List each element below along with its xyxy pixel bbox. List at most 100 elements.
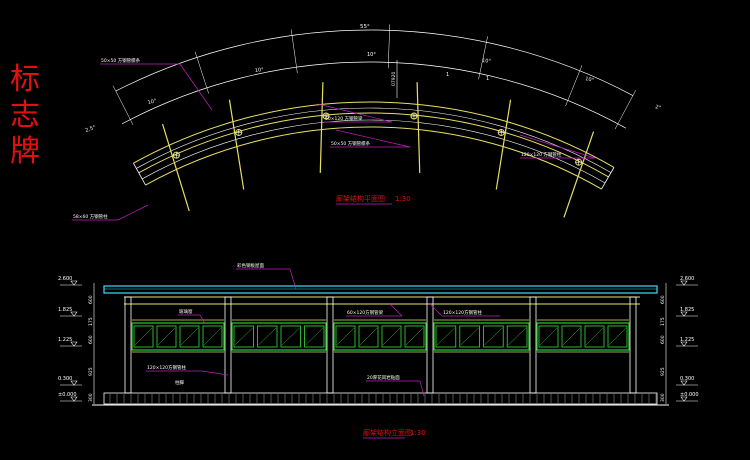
- elev-callout-column: 120×120方钢管柱: [443, 309, 482, 316]
- canopy-beam: [138, 112, 609, 178]
- window-frame: [231, 322, 327, 351]
- dimension-extension: [614, 90, 636, 130]
- rafter: [416, 82, 421, 173]
- window-pane-hatch: [608, 327, 627, 346]
- plan-callout-purlin: 50×50 方钢管檩条: [101, 57, 141, 64]
- level-text: 1.825: [680, 307, 694, 313]
- level-text: ±0.000: [58, 392, 77, 398]
- window-frame: [536, 322, 630, 351]
- plan-total-angle: 55°: [360, 24, 370, 30]
- window-frame: [333, 322, 427, 351]
- plan-callout-purlin-mid: 50×50 方钢管檩条: [331, 140, 371, 147]
- column: [629, 296, 637, 394]
- dimension-extension: [112, 85, 134, 126]
- elev-title: 廊架结构立面图: [363, 428, 412, 437]
- level-text: 1.225: [58, 337, 72, 343]
- elevation-view: 2.600 2.600 1.825 1.825 1.225 1.225 0.300 0.300…: [58, 262, 699, 439]
- window-pane-hatch: [382, 327, 401, 346]
- level-text: 0.300: [680, 376, 694, 382]
- window-pane-hatch: [336, 327, 355, 346]
- window-frame: [433, 322, 530, 351]
- dimension-extension: [565, 65, 583, 107]
- callout-leader: [419, 380, 425, 397]
- elev-callout-base: 20厚花岗岩贴面: [367, 374, 400, 381]
- plan-segment-angle: 10°: [255, 67, 265, 74]
- plan-scale: 1:30: [395, 195, 411, 203]
- plan-callout-beam: 60×120 方钢管梁: [325, 115, 363, 122]
- rafter: [319, 82, 324, 173]
- elev-dim-text-right: 600: [660, 335, 666, 344]
- dimension-extension: [290, 29, 298, 74]
- column: [224, 296, 232, 394]
- window-pane-hatch: [305, 327, 324, 346]
- plan-tick-mark: 1: [486, 76, 489, 82]
- elev-dim-text-right: 175: [660, 317, 666, 326]
- window-pane-hatch: [234, 327, 253, 346]
- window-pane-hatch: [180, 327, 199, 346]
- plan-vertical-dim-text: 07920: [391, 72, 397, 86]
- elev-callout-post2: 柱脚: [175, 379, 184, 386]
- plan-tick-mark: 1: [446, 72, 449, 78]
- window-pane-hatch: [562, 327, 581, 346]
- side-title-char: 志: [10, 98, 40, 133]
- plan-segment-angle: 10°: [147, 98, 157, 106]
- window-pane-hatch: [436, 327, 455, 346]
- elev-callout-post: 120×120方钢管柱: [147, 364, 186, 371]
- window-pane-hatch: [258, 327, 277, 346]
- window-pane-hatch: [508, 327, 527, 346]
- window-pane-hatch: [157, 327, 176, 346]
- column: [124, 296, 132, 394]
- elev-callout-roof: 彩色钢板屋面: [237, 262, 264, 269]
- elev-dim-text-left: 300: [88, 393, 94, 402]
- side-title-char: 标: [10, 62, 40, 97]
- canopy-line: [141, 119, 606, 184]
- plan-segment-angle: 10°: [585, 76, 595, 84]
- window-pane-hatch: [203, 327, 222, 346]
- dimension-arc-segments: [121, 61, 627, 129]
- elev-scale: 1:30: [410, 429, 426, 437]
- column: [426, 296, 434, 394]
- elev-dim-text-left: 175: [88, 317, 94, 326]
- plan-segment-angle: 10°: [367, 52, 376, 58]
- window-pane-hatch: [405, 327, 424, 346]
- level-text: 2.600: [58, 276, 72, 282]
- window-pane-hatch: [134, 327, 153, 346]
- callout-leader: [201, 370, 229, 376]
- column: [529, 296, 537, 394]
- elev-dim-text-right: 300: [660, 393, 666, 402]
- rafter: [228, 99, 245, 190]
- cad-drawing: 55° 10° 10° 10° 10° 10° 2° 2.5° 07920 1 1 50×50 方钢管…: [58, 24, 699, 439]
- roof-panel: [103, 285, 658, 294]
- level-text: 2.600: [680, 276, 694, 282]
- elev-dim-text-left: 600: [88, 295, 94, 304]
- window-frame: [131, 322, 225, 351]
- level-text: 1.225: [680, 337, 694, 343]
- dimension-extension: [387, 24, 391, 69]
- window-pane-hatch: [484, 327, 503, 346]
- level-text: ±0.000: [680, 392, 699, 398]
- level-text: 0.300: [58, 376, 72, 382]
- plan-callout-column: 120×120 方钢管柱: [521, 151, 562, 158]
- window-pane-hatch: [460, 327, 479, 346]
- side-title-char: 牌: [10, 134, 40, 169]
- rafter: [161, 123, 190, 212]
- callout-leader: [389, 303, 403, 317]
- side-title-signboard: 标 志 牌: [8, 62, 42, 170]
- callout-leader: [117, 204, 149, 221]
- dimension-arc-outer: [115, 29, 634, 96]
- plan-segment-angle: 10°: [482, 58, 492, 65]
- elev-dim-text-right: 600: [660, 295, 666, 304]
- plan-view: 55° 10° 10° 10° 10° 10° 2° 2.5° 07920 1 1 50×50 方钢管…: [72, 24, 662, 221]
- dimension-extension: [194, 51, 209, 94]
- plan-title: 廊架结构平面图: [336, 194, 385, 203]
- window-pane-hatch: [281, 327, 300, 346]
- elev-dim-text-left: 925: [88, 367, 94, 376]
- elev-callout-window: 玻璃窗: [179, 308, 193, 315]
- callout-leader: [179, 63, 213, 111]
- plan-callout-column-left: 58×60 方钢管柱: [73, 213, 108, 220]
- window-pane-hatch: [539, 327, 558, 346]
- plan-segment-angle: 2.5°: [85, 124, 97, 133]
- rafter: [495, 99, 512, 190]
- elev-callout-beam: 60×120方钢管梁: [347, 309, 384, 316]
- elev-dim-text-right: 925: [660, 367, 666, 376]
